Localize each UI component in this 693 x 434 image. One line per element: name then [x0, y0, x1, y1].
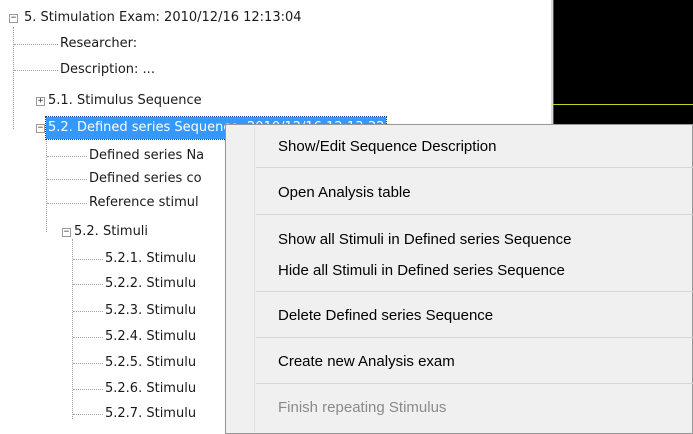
collapse-toggle-icon[interactable]: −	[62, 228, 71, 237]
tree-node-researcher[interactable]: Researcher:	[58, 33, 139, 55]
tree-node-label: 5.2.6. Stimulu	[105, 381, 197, 396]
tree-node-stimulus[interactable]: 5.2.7. Stimulu	[103, 403, 198, 425]
tree-node-stimulus[interactable]: 5.2.4. Stimulu	[103, 326, 198, 348]
menu-item-show-all-stimuli[interactable]: Show all Stimuli in Defined series Seque…	[278, 228, 572, 252]
menu-icon-gutter	[254, 126, 255, 432]
tree-node-label: 5.2.3. Stimulu	[105, 303, 197, 318]
tree-node-label: 5.2.1. Stimulu	[105, 251, 197, 266]
tree-node-reference-stimulus[interactable]: Reference stimul	[87, 192, 201, 214]
tree-connector	[13, 27, 14, 129]
menu-separator	[256, 214, 693, 215]
tree-connector	[47, 156, 87, 157]
tree-connector	[47, 179, 87, 180]
tree-node-stimulus[interactable]: 5.2.1. Stimulu	[103, 248, 198, 270]
menu-item-hide-all-stimuli[interactable]: Hide all Stimuli in Defined series Seque…	[278, 259, 565, 283]
context-menu: Show/Edit Sequence Description Open Anal…	[225, 124, 693, 434]
menu-item-create-new-analysis-exam[interactable]: Create new Analysis exam	[278, 350, 455, 374]
tree-connector	[73, 311, 103, 312]
menu-separator	[256, 167, 693, 168]
tree-node-stimulus[interactable]: 5.2.3. Stimulu	[103, 300, 198, 322]
menu-separator	[256, 337, 693, 338]
collapse-toggle-icon[interactable]: −	[9, 14, 18, 23]
tree-connector	[73, 284, 103, 285]
menu-item-open-analysis-table[interactable]: Open Analysis table	[278, 181, 411, 205]
tree-node-label: 5.2.4. Stimulu	[105, 329, 197, 344]
tree-connector	[14, 44, 58, 45]
tree-node-label: Description: ...	[60, 62, 155, 77]
tree-node-stimuli[interactable]: 5.2. Stimuli	[72, 221, 150, 243]
tree-node-stimulation-exam[interactable]: 5. Stimulation Exam: 2010/12/16 12:13:04	[22, 7, 304, 29]
tree-node-label: 5. Stimulation Exam: 2010/12/16 12:13:04	[24, 10, 302, 25]
tree-connector	[46, 136, 47, 232]
tree-connector	[73, 414, 103, 415]
tree-connector	[72, 239, 73, 419]
tree-node-stimulus-sequence[interactable]: 5.1. Stimulus Sequence	[46, 90, 204, 112]
signal-baseline	[553, 104, 693, 105]
tree-node-stimulus[interactable]: 5.2.5. Stimulu	[103, 352, 198, 374]
menu-item-finish-repeating-stimulus: Finish repeating Stimulus	[278, 399, 447, 416]
tree-connector	[47, 203, 87, 204]
collapse-toggle-icon[interactable]: −	[36, 124, 45, 133]
tree-node-label: Researcher:	[60, 36, 138, 51]
tree-node-stimulus[interactable]: 5.2.6. Stimulu	[103, 378, 198, 400]
tree-connector	[14, 70, 58, 71]
tree-node-label: Reference stimul	[89, 195, 199, 210]
tree-node-defined-series-comment[interactable]: Defined series co	[87, 168, 204, 190]
tree-node-label: Defined series co	[89, 171, 202, 186]
tree-node-stimulus[interactable]: 5.2.2. Stimulu	[103, 273, 198, 295]
menu-separator	[256, 291, 693, 292]
tree-connector	[73, 389, 103, 390]
menu-separator	[256, 383, 693, 384]
tree-node-label: 5.2.7. Stimulu	[105, 406, 197, 421]
tree-node-description[interactable]: Description: ...	[58, 59, 157, 81]
tree-node-label: 5.2. Stimuli	[74, 224, 149, 239]
tree-node-label: 5.1. Stimulus Sequence	[48, 93, 202, 108]
expand-toggle-icon[interactable]: +	[36, 97, 45, 106]
tree-node-label: Defined series Na	[89, 148, 205, 163]
tree-node-label: 5.2.5. Stimulu	[105, 355, 197, 370]
menu-item-show-edit-sequence-description[interactable]: Show/Edit Sequence Description	[278, 135, 496, 159]
tree-node-defined-series-name[interactable]: Defined series Na	[87, 145, 206, 167]
menu-item-delete-defined-series-sequence[interactable]: Delete Defined series Sequence	[278, 304, 493, 328]
tree-connector	[73, 259, 103, 260]
tree-node-label: 5.2.2. Stimulu	[105, 276, 197, 291]
tree-connector	[73, 337, 103, 338]
tree-connector	[73, 363, 103, 364]
